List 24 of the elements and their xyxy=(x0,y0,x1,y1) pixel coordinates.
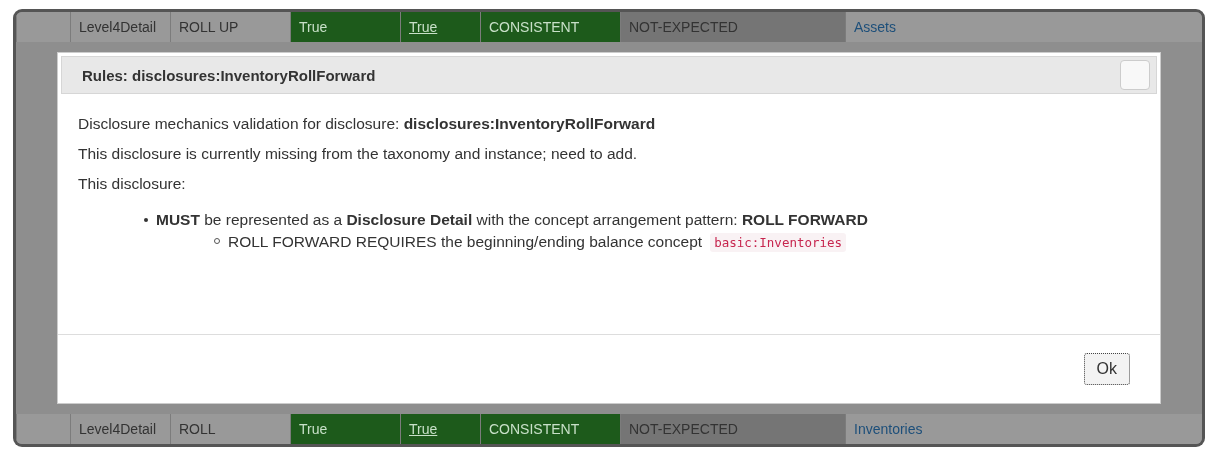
rule-text: MUST be represented as a Disclosure Detail with the concept arrangement pattern: ROLL FORWARD xyxy=(156,211,868,229)
table-cell: CONSISTENT xyxy=(480,414,620,444)
paragraph: This disclosure: xyxy=(78,175,187,193)
rule-text: ROLL FORWARD REQUIRES the beginning/ending balance concept xyxy=(228,233,703,251)
table-cell: Level4Detail xyxy=(70,414,170,444)
table-link[interactable]: Assets xyxy=(845,12,1202,42)
dialog-title: Rules: disclosures:InventoryRollForward xyxy=(82,66,376,84)
ok-button[interactable]: Ok xyxy=(1083,353,1130,385)
table-cell: True xyxy=(290,414,400,444)
table-link[interactable]: Inventories xyxy=(845,414,1202,444)
table-cell[interactable]: True xyxy=(400,414,480,444)
close-button[interactable] xyxy=(1120,60,1150,90)
bullet-icon xyxy=(144,218,148,222)
table-cell[interactable]: True xyxy=(400,12,480,42)
table-cell: NOT-EXPECTED xyxy=(620,12,845,42)
table-cell: ROLL UP xyxy=(170,12,290,42)
table-cell: Level4Detail xyxy=(70,12,170,42)
paragraph: This disclosure is currently missing from the taxonomy and instance; need to add. xyxy=(78,145,639,163)
table-cell: CONSISTENT xyxy=(480,12,620,42)
table-cell: NOT-EXPECTED xyxy=(620,414,845,444)
table-cell: True xyxy=(290,12,400,42)
paragraph: Disclosure mechanics validation for disclosure: disclosures:InventoryRollForward xyxy=(78,115,657,133)
table-cell: ROLL xyxy=(170,414,290,444)
code-term: basic:Inventories xyxy=(710,233,847,252)
